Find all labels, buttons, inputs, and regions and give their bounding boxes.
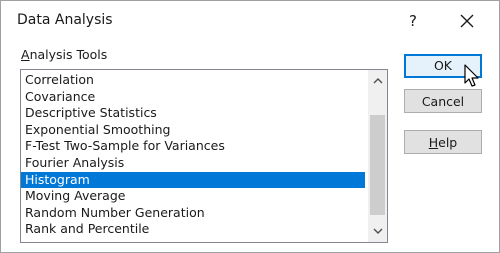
analysis-tools-listbox[interactable]: Correlation Covariance Descriptive Statist… (20, 69, 388, 243)
mouse-pointer-icon (463, 64, 483, 90)
data-analysis-dialog: Data Analysis ? Analysis Tools Correlati… (0, 0, 500, 253)
list-item[interactable]: Histogram (21, 171, 365, 189)
title-bar: Data Analysis ? (1, 1, 499, 41)
list-item[interactable]: Fourier Analysis (21, 155, 365, 172)
help-button[interactable]: Help (404, 130, 482, 154)
list-item[interactable]: Moving Average (21, 188, 365, 205)
help-text: elp (438, 135, 458, 150)
analysis-tools-label: Analysis Tools (21, 47, 107, 62)
help-accelerator: H (428, 135, 439, 150)
scrollbar-thumb[interactable] (370, 115, 385, 215)
dialog-title: Data Analysis (17, 12, 113, 28)
list-item[interactable]: Correlation (21, 72, 365, 89)
list-item[interactable]: Random Number Generation (21, 205, 365, 222)
label-accelerator: A (21, 47, 30, 62)
cancel-button[interactable]: Cancel (404, 89, 482, 113)
help-question-button[interactable]: ? (403, 10, 423, 32)
list-item[interactable]: Exponential Smoothing (21, 122, 365, 139)
list-item[interactable]: Descriptive Statistics (21, 105, 365, 122)
label-text: nalysis Tools (29, 47, 108, 62)
vertical-scrollbar[interactable] (368, 70, 387, 242)
chevron-down-icon[interactable] (368, 222, 387, 240)
close-icon[interactable] (456, 10, 478, 32)
list-item[interactable]: Rank and Percentile (21, 221, 365, 238)
analysis-tools-list: Correlation Covariance Descriptive Statist… (21, 72, 365, 238)
list-item[interactable]: F-Test Two-Sample for Variances (21, 138, 365, 155)
chevron-up-icon[interactable] (368, 72, 387, 90)
list-item[interactable]: Covariance (21, 89, 365, 106)
